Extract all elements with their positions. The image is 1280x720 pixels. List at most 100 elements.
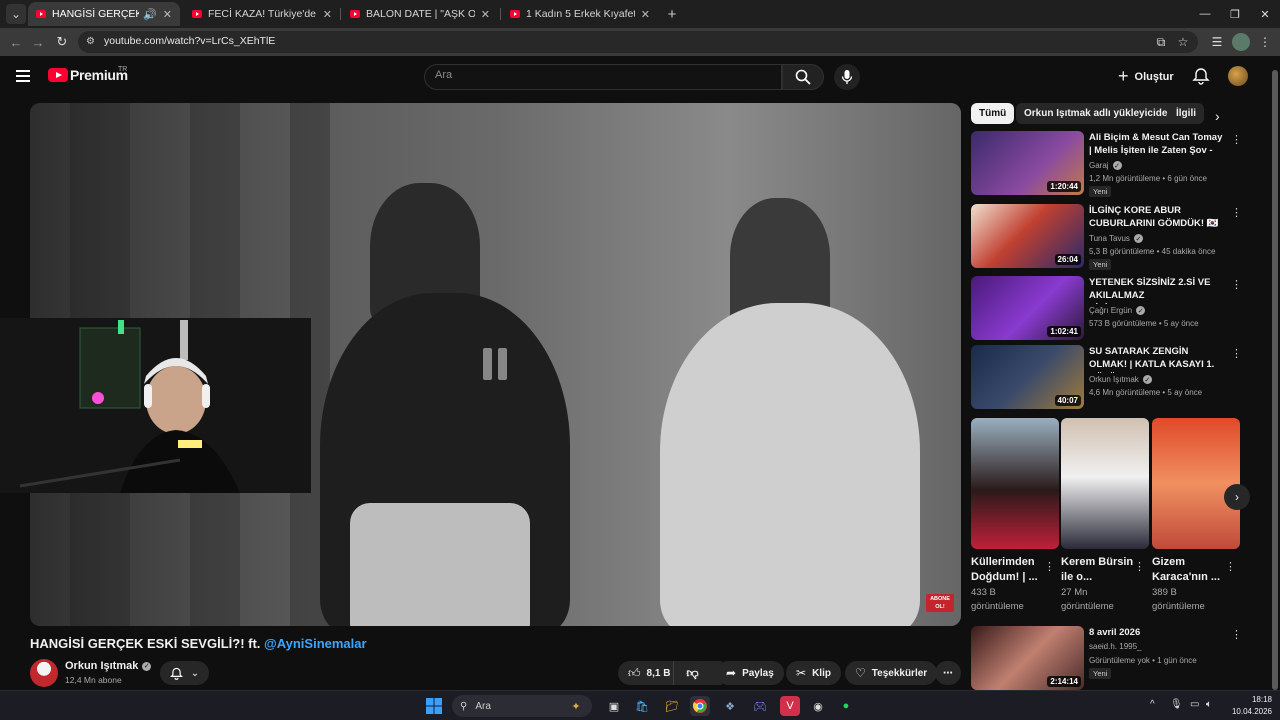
mention-link[interactable]: @AyniSinemalar xyxy=(264,636,367,651)
voice-search-button[interactable] xyxy=(834,64,860,90)
widgets-icon[interactable]: ✦ xyxy=(566,696,586,716)
address-bar[interactable]: ⚙ youtube.com/watch?v=LrCs_XEhTlE ⧉ ☆ xyxy=(78,31,1198,53)
more-vertical-icon[interactable]: ⋮ xyxy=(1231,206,1242,219)
tab-close-icon[interactable]: ✕ xyxy=(163,8,172,21)
short-thumbnail[interactable] xyxy=(1152,418,1240,549)
tray-speaker-icon[interactable]: 🔈︎ xyxy=(1206,699,1212,710)
windows-start-icon[interactable] xyxy=(424,696,444,716)
thanks-button[interactable]: ♡ Teşekkürler xyxy=(845,661,938,685)
create-button[interactable]: + Oluştur xyxy=(1118,66,1174,88)
recommendation-item[interactable]: 1:02:41 YETENEK SİZSİNİZ 2.Sİ VE AKILALM… xyxy=(971,276,1251,340)
new-tab-plus-icon[interactable]: + xyxy=(662,4,682,24)
share-button[interactable]: ➦ Paylaş xyxy=(716,661,784,685)
tab-active[interactable]: HANGİSİ GERÇEK ESKİ SEVGİLİ?! ft. 🔊 ✕ xyxy=(28,2,180,26)
video-thumbnail[interactable]: 1:20:44 xyxy=(971,131,1084,195)
reload-icon[interactable]: ↻ xyxy=(52,32,72,52)
rec-channel[interactable]: Orkun Işıtmak ✓ xyxy=(1089,375,1152,384)
recommendation-item[interactable]: 2:14:14 8 avril 2026 saeid.h. 1995_ Görü… xyxy=(971,626,1251,690)
discord-icon[interactable]: 🎮︎ xyxy=(750,696,770,716)
back-arrow-icon[interactable]: ← xyxy=(6,32,26,52)
video-thumbnail[interactable]: 1:02:41 xyxy=(971,276,1084,340)
chip-all[interactable]: Tümü xyxy=(971,103,1015,124)
rec-channel[interactable]: Garaj ✓ xyxy=(1089,161,1122,170)
install-app-icon[interactable]: ⧉ xyxy=(1152,33,1170,51)
profile-icon[interactable] xyxy=(1232,33,1250,51)
media-control-icon[interactable]: ☰ xyxy=(1208,33,1226,51)
tray-microphone-icon[interactable]: 🎙︎ xyxy=(1170,699,1183,710)
taskbar-clock[interactable]: 18:18 10.04.2026 xyxy=(1222,694,1272,718)
recommendation-item[interactable]: 40:07 SU SATARAK ZENGİN OLMAK! | KATLA K… xyxy=(971,345,1251,409)
rec-channel[interactable]: saeid.h. 1995_ xyxy=(1089,642,1142,651)
scrollbar-thumb[interactable] xyxy=(1272,70,1278,690)
chip-from-uploader[interactable]: Orkun Işıtmak adlı yükleyiciden xyxy=(1016,103,1182,124)
more-vertical-icon[interactable]: ⋮ xyxy=(1231,278,1242,291)
store-icon[interactable]: 🛍︎ xyxy=(632,696,652,716)
short-thumbnail[interactable] xyxy=(971,418,1059,549)
short-title[interactable]: Küllerimden Doğdum! | ... xyxy=(971,555,1049,585)
site-settings-icon[interactable]: ⚙ xyxy=(86,36,98,48)
short-thumbnail[interactable] xyxy=(1061,418,1149,549)
tray-display-icon[interactable]: ▭ xyxy=(1190,699,1199,710)
bookmark-star-icon[interactable]: ☆ xyxy=(1174,33,1192,51)
rec-title[interactable]: Ali Biçim & Mesut Can Tomay | Melis İşit… xyxy=(1089,131,1224,159)
short-title[interactable]: Kerem Bürsin ile o... xyxy=(1061,555,1139,585)
rec-title[interactable]: YETENEK SİZSİNİZ 2.Sİ VE AKILALMAZ SİHİR… xyxy=(1089,276,1224,304)
rec-channel[interactable]: Çağrı Ergün ✓ xyxy=(1089,306,1146,315)
clip-button[interactable]: ✂ Klip xyxy=(786,661,841,685)
file-explorer-icon[interactable]: 📁︎ xyxy=(662,696,682,716)
tray-chevron-up-icon[interactable]: ^ xyxy=(1150,699,1155,710)
more-vertical-icon[interactable]: ⋮ xyxy=(1231,347,1242,360)
tab-3[interactable]: BALON DATE | "AŞK OYUNU" - ✕ xyxy=(342,2,498,26)
short-title[interactable]: Gizem Karaca'nın ... xyxy=(1152,555,1230,585)
chrome-icon[interactable] xyxy=(690,696,710,716)
video-thumbnail[interactable]: 26:04 xyxy=(971,204,1084,268)
app-icon[interactable]: ❖ xyxy=(720,696,740,716)
chevron-right-icon[interactable]: › xyxy=(1215,108,1220,124)
recommendation-item[interactable]: 26:04 İLGİNÇ KORE ABUR CUBURLARINI GÖMDÜ… xyxy=(971,204,1251,270)
search-box[interactable] xyxy=(424,64,782,90)
user-avatar[interactable] xyxy=(1228,66,1248,86)
recommendation-item[interactable]: 1:20:44 Ali Biçim & Mesut Can Tomay | Me… xyxy=(971,131,1251,197)
obs-icon[interactable]: ◉ xyxy=(808,696,828,716)
more-vertical-icon[interactable]: ⋮ xyxy=(1134,560,1145,573)
dislike-button[interactable]: 👎︎ xyxy=(673,661,711,685)
minimize-icon[interactable]: — xyxy=(1190,4,1220,24)
rec-title[interactable]: SU SATARAK ZENGİN OLMAK! | KATLA KASAYI … xyxy=(1089,345,1224,373)
channel-avatar[interactable] xyxy=(30,659,58,687)
more-vertical-icon[interactable]: ⋮ xyxy=(1044,560,1055,573)
subscription-bell-button[interactable]: ⌄ xyxy=(160,661,209,685)
task-view-icon[interactable]: ▣ xyxy=(604,696,624,716)
browser-menu-icon[interactable]: ⋮ xyxy=(1256,33,1274,51)
page-scrollbar[interactable] xyxy=(1270,60,1280,690)
spotify-icon[interactable]: ● xyxy=(836,696,856,716)
speaker-icon[interactable]: 🔊 xyxy=(143,8,157,21)
forward-arrow-icon[interactable]: → xyxy=(28,32,48,52)
more-vertical-icon[interactable]: ⋮ xyxy=(1225,560,1236,573)
chip-related[interactable]: İlgili xyxy=(1168,103,1204,124)
pause-icon[interactable] xyxy=(483,348,507,380)
youtube-logo-icon[interactable] xyxy=(48,68,68,82)
video-thumbnail[interactable]: 2:14:14 xyxy=(971,626,1084,690)
tab-2[interactable]: FECİ KAZA! Türkiye'de Yaşanan ✕ xyxy=(184,2,340,26)
tab-search-button[interactable]: ⌄ xyxy=(6,4,26,24)
menu-hamburger-icon[interactable] xyxy=(16,70,30,82)
channel-name[interactable]: Orkun Işıtmak ✓ xyxy=(65,660,152,672)
restore-icon[interactable]: ❐ xyxy=(1220,4,1250,24)
video-thumbnail[interactable]: 40:07 xyxy=(971,345,1084,409)
search-input[interactable] xyxy=(435,69,765,81)
rec-title[interactable]: İLGİNÇ KORE ABUR CUBURLARINI GÖMDÜK! 🇰🇷 xyxy=(1089,204,1224,230)
tab-close-icon[interactable]: ✕ xyxy=(481,8,490,21)
tab-4[interactable]: 1 Kadın 5 Erkek Kıyafetlere Göre ✕ xyxy=(502,2,658,26)
tab-close-icon[interactable]: ✕ xyxy=(641,8,650,21)
tab-close-icon[interactable]: ✕ xyxy=(323,8,332,21)
notifications-bell-icon[interactable] xyxy=(1192,67,1210,85)
shorts-next-chevron-icon[interactable]: › xyxy=(1224,484,1250,510)
search-button[interactable] xyxy=(782,64,824,90)
rec-title[interactable]: 8 avril 2026 xyxy=(1089,626,1224,639)
more-vertical-icon[interactable]: ⋮ xyxy=(1231,133,1242,146)
more-vertical-icon[interactable]: ⋮ xyxy=(1231,628,1242,641)
valorant-icon[interactable]: V xyxy=(780,696,800,716)
more-actions-button[interactable]: ⋯ xyxy=(935,661,961,685)
close-window-icon[interactable]: ✕ xyxy=(1250,4,1280,24)
rec-channel[interactable]: Tuna Tavus ✓ xyxy=(1089,234,1143,243)
